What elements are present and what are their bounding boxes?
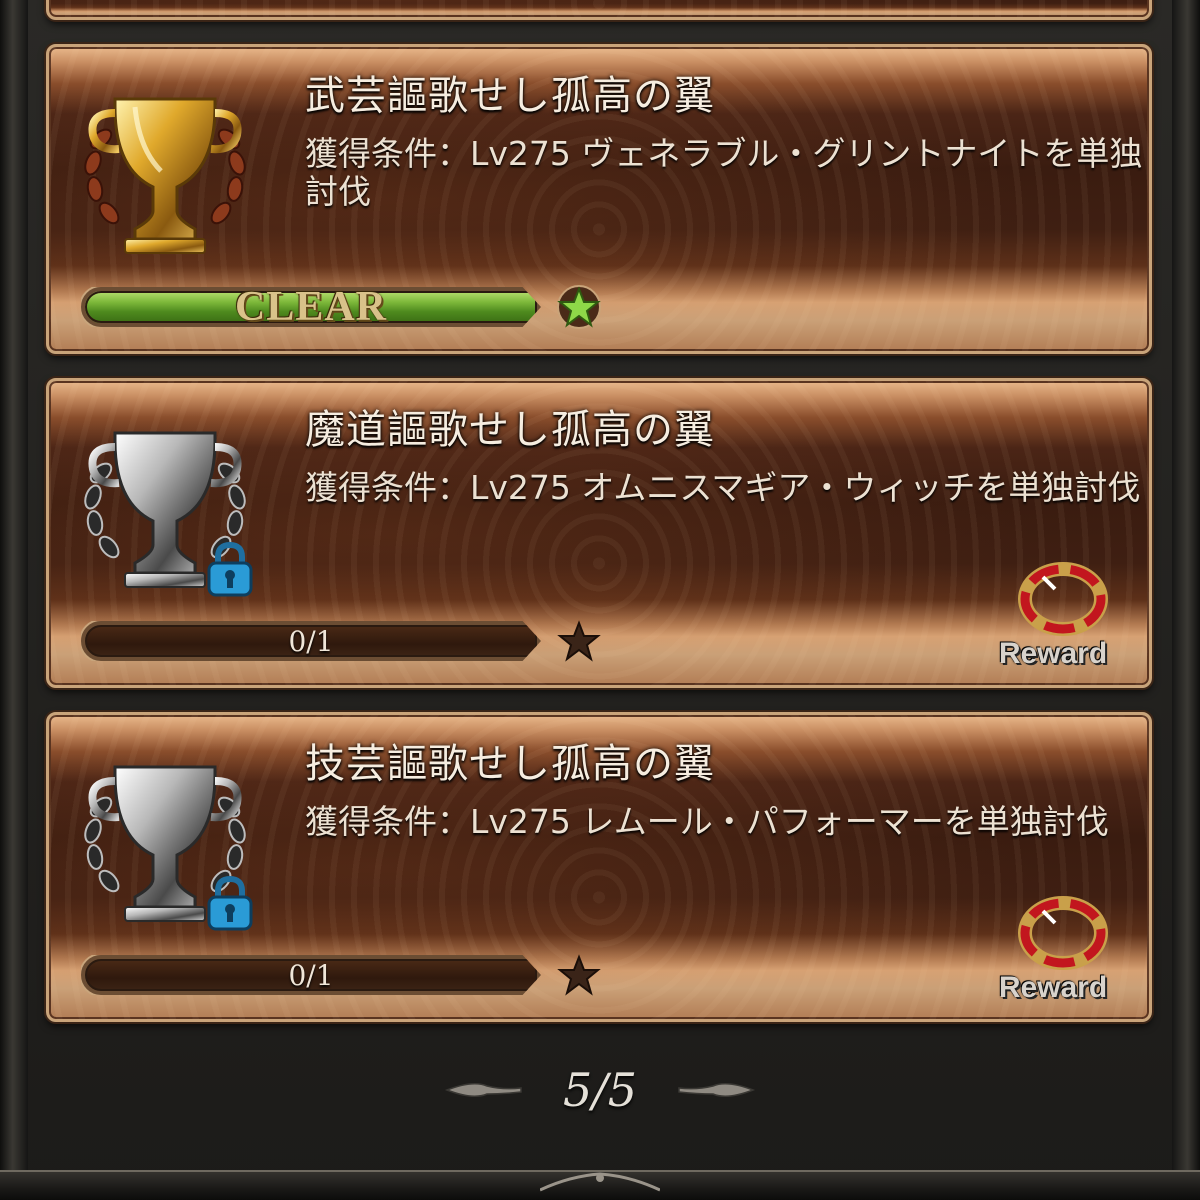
reward-ring-icon xyxy=(1018,562,1108,636)
clear-label: CLEAR xyxy=(234,284,388,330)
green-star-icon xyxy=(557,285,601,329)
reward-label: Reward xyxy=(998,971,1108,1004)
frame-ornament-icon xyxy=(540,1172,660,1192)
achievement-title: 魔道謳歌せし孤高の翼 xyxy=(305,407,715,453)
achievement-title: 武芸謳歌せし孤高の翼 xyxy=(305,73,715,119)
dark-star-icon xyxy=(557,954,601,996)
page-indicator: 5/5 xyxy=(562,1063,638,1117)
achievement-condition: 獲得条件：Lv275 レムール・パフォーマーを単独討伐 xyxy=(305,802,1109,841)
lock-icon xyxy=(207,875,253,931)
bottom-frame-rail xyxy=(0,1170,1200,1200)
achievement-condition: 獲得条件：Lv275 ヴェネラブル・グリントナイトを単独討伐 xyxy=(305,134,1143,211)
reward-button[interactable]: Reward xyxy=(983,559,1123,671)
lock-icon xyxy=(207,541,253,597)
reward-ring-icon xyxy=(1018,896,1108,970)
reward-label: Reward xyxy=(998,637,1108,670)
achievement-list-panel: 武芸謳歌せし孤高の翼 獲得条件：Lv275 ヴェネラブル・グリントナイトを単独討… xyxy=(0,0,1200,1200)
progress-text: 0/1 xyxy=(288,958,334,992)
achievement-title: 技芸謳歌せし孤高の翼 xyxy=(305,741,715,787)
next-page-arrow-icon[interactable] xyxy=(677,1078,757,1102)
pagination: 5/5 xyxy=(0,1060,1200,1120)
previous-page-arrow-icon[interactable] xyxy=(443,1078,523,1102)
achievement-card[interactable]: 技芸謳歌せし孤高の翼 獲得条件：Lv275 レムール・パフォーマーを単独討伐 0… xyxy=(46,712,1152,1022)
previous-achievement-card xyxy=(46,0,1152,20)
achievement-card[interactable]: 武芸謳歌せし孤高の翼 獲得条件：Lv275 ヴェネラブル・グリントナイトを単独討… xyxy=(46,44,1152,354)
achievement-card[interactable]: 魔道謳歌せし孤高の翼 獲得条件：Lv275 オムニスマギア・ウィッチを単独討伐 … xyxy=(46,378,1152,688)
right-frame-rail xyxy=(1172,0,1200,1200)
reward-button[interactable]: Reward xyxy=(983,893,1123,1005)
progress-bar: 0/1 xyxy=(81,955,541,995)
achievement-condition: 獲得条件：Lv275 オムニスマギア・ウィッチを単独討伐 xyxy=(305,468,1141,507)
progress-bar: 0/1 xyxy=(81,621,541,661)
gold-trophy-icon xyxy=(84,97,246,254)
dark-star-icon xyxy=(557,620,601,662)
left-frame-rail xyxy=(0,0,28,1200)
progress-text: 0/1 xyxy=(288,624,334,658)
